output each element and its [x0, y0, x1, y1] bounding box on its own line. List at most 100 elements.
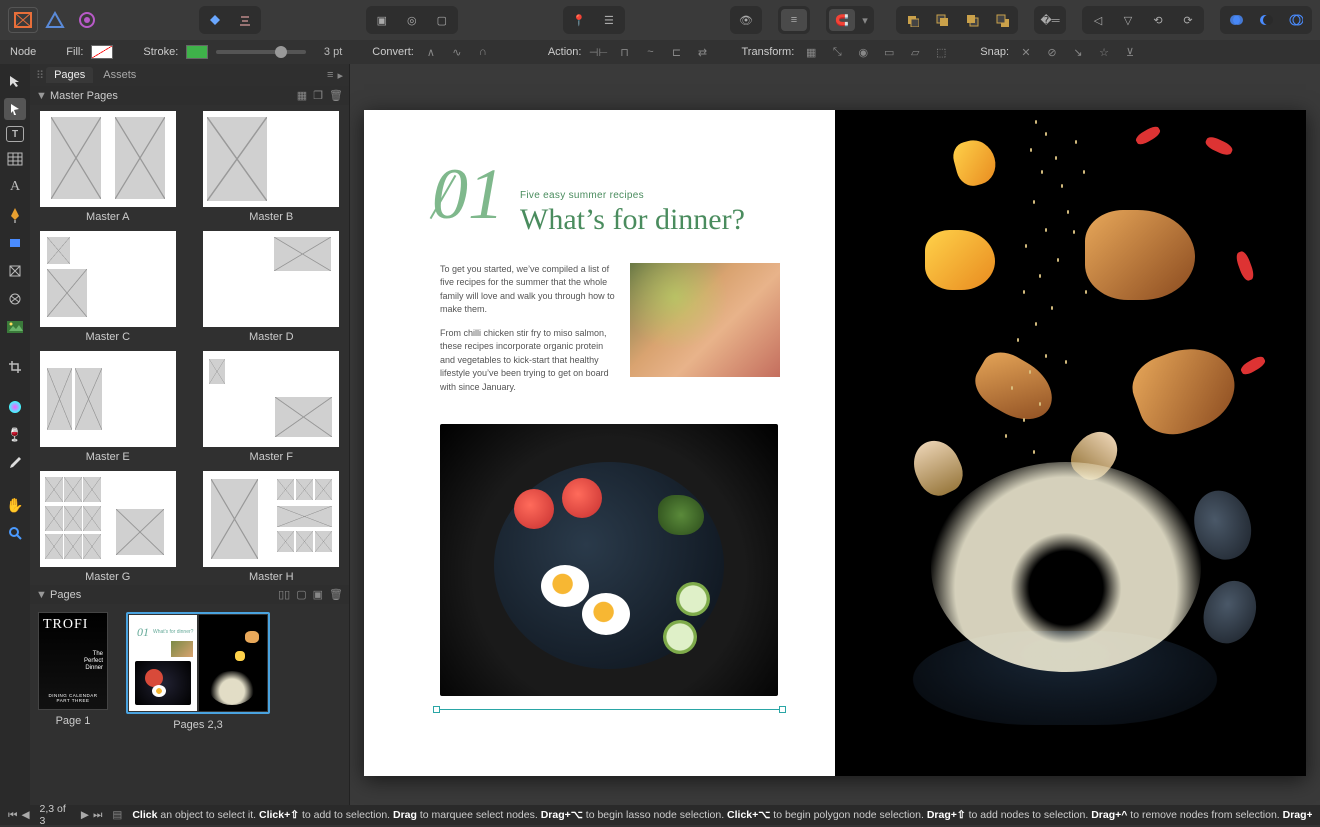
snap-all-icon[interactable]: ☆ — [1095, 44, 1113, 60]
master-item-c[interactable]: Master C — [36, 231, 180, 343]
preflight-icon[interactable] — [202, 9, 228, 31]
action-reverse-icon[interactable]: ⇄ — [693, 44, 711, 60]
page-thumb-1[interactable]: TROFI ThePerfectDinner DINING CALENDAR P… — [38, 612, 108, 731]
hint-menu-icon[interactable]: ▤ — [112, 809, 122, 821]
page-left[interactable]: 01 Five easy summer recipes What’s for d… — [364, 110, 835, 776]
image-noodles[interactable] — [875, 436, 1265, 756]
view-hand-tool-icon[interactable]: ✋ — [4, 494, 26, 516]
transform-size-icon[interactable]: ⤡ — [828, 44, 846, 60]
stroke-width-slider[interactable] — [216, 50, 306, 54]
spread-canvas[interactable]: 01 Five easy summer recipes What’s for d… — [364, 110, 1306, 776]
arrange-forward-icon[interactable] — [959, 9, 985, 31]
selection-handle-left[interactable] — [433, 706, 440, 713]
disclosure-icon[interactable]: ▼ — [36, 589, 46, 601]
preview-mode-icon[interactable]: 👁 — [733, 9, 759, 31]
master-item-b[interactable]: Master B — [200, 111, 344, 223]
flip-v-icon[interactable]: ▽ — [1115, 9, 1141, 31]
panel-menu-icon[interactable]: ≡ — [327, 69, 333, 82]
persona-photo[interactable] — [72, 7, 102, 33]
snap-node-icon[interactable]: ✕ — [1017, 44, 1035, 60]
fill-swatch[interactable] — [91, 45, 113, 59]
last-page-icon[interactable]: ⏭ — [93, 809, 102, 822]
pen-tool-icon[interactable] — [4, 204, 26, 226]
page-right[interactable]: /*seeds drawn statically below*/ — [835, 110, 1306, 776]
master-item-g[interactable]: Master G — [36, 471, 180, 583]
selection-indicator[interactable] — [436, 709, 783, 710]
master-item-a[interactable]: Master A — [36, 111, 180, 223]
convert-smart-icon[interactable]: ∩ — [474, 44, 492, 60]
pages-duplicate-icon[interactable]: ▣ — [313, 588, 323, 601]
zoom-tool-icon[interactable] — [4, 522, 26, 544]
panel-grip-icon[interactable]: ⠿ — [36, 69, 44, 82]
first-page-icon[interactable]: ⏮ — [8, 809, 17, 822]
next-page-icon[interactable]: ▶ — [81, 809, 89, 822]
snap-off-icon[interactable]: ⊻ — [1121, 44, 1139, 60]
action-smooth-icon[interactable]: ~ — [641, 44, 659, 60]
master-delete-icon[interactable]: 🗑 — [329, 89, 343, 102]
snapping-icon[interactable]: 🧲 — [829, 9, 855, 31]
persona-publisher[interactable] — [8, 7, 38, 33]
master-add-icon[interactable]: ▦ — [297, 89, 307, 102]
stroke-width-value[interactable]: 3 pt — [314, 46, 342, 58]
master-item-d[interactable]: Master D — [200, 231, 344, 343]
master-item-e[interactable]: Master E — [36, 351, 180, 463]
flip-h-icon[interactable]: ◁ — [1085, 9, 1111, 31]
clip-canvas-icon[interactable]: ≡ — [781, 9, 807, 31]
image-bowl[interactable] — [440, 424, 778, 696]
snapping-options-dropdown[interactable]: ▾ — [859, 9, 871, 31]
arrange-back-icon[interactable] — [899, 9, 925, 31]
toggle-spread-icon[interactable]: ▢ — [429, 9, 455, 31]
image-tuna[interactable] — [630, 263, 780, 377]
boolean-add-icon[interactable] — [1223, 9, 1249, 31]
transform-cycle-icon[interactable]: ⬚ — [932, 44, 950, 60]
baseline-icon[interactable] — [232, 9, 258, 31]
frame-text-tool-icon[interactable]: T — [6, 126, 24, 142]
assets-tab[interactable]: Assets — [95, 67, 144, 83]
node-tool-icon[interactable] — [4, 98, 26, 120]
persona-designer[interactable] — [40, 7, 70, 33]
boolean-intersect-icon[interactable] — [1283, 9, 1309, 31]
align-horizontal-icon[interactable]: �═ — [1037, 9, 1063, 31]
toggle-baseline-icon[interactable]: ☰ — [596, 9, 622, 31]
pages-facing-icon[interactable]: ▯▯ — [278, 588, 290, 601]
disclosure-icon[interactable]: ▼ — [36, 90, 46, 102]
master-item-h[interactable]: Master H — [200, 471, 344, 583]
pages-add-icon[interactable]: ▢ — [296, 588, 306, 601]
ellipse-shape-icon[interactable] — [4, 288, 26, 310]
page-thumb-2-3[interactable]: 01 What's for dinner? — [126, 612, 270, 731]
action-break-icon[interactable]: ⊣⊢ — [589, 44, 607, 60]
table-tool-icon[interactable] — [4, 148, 26, 170]
master-duplicate-icon[interactable]: ❐ — [313, 89, 323, 102]
pages-tab[interactable]: Pages — [46, 67, 93, 83]
stroke-swatch[interactable] — [186, 45, 208, 59]
masters-header[interactable]: ▼ Master Pages ▦ ❐ 🗑 — [30, 86, 349, 105]
artistic-text-tool-icon[interactable]: A — [4, 176, 26, 198]
transform-shear-icon[interactable]: ▱ — [906, 44, 924, 60]
transparency-tool-icon[interactable]: 🍷 — [4, 424, 26, 446]
transform-move-icon[interactable]: ▦ — [802, 44, 820, 60]
arrange-front-icon[interactable] — [989, 9, 1015, 31]
panel-close-icon[interactable]: ▸ — [337, 69, 343, 82]
picture-frame-tool-icon[interactable] — [4, 260, 26, 282]
crop-tool-icon[interactable] — [4, 356, 26, 378]
selection-handle-right[interactable] — [779, 706, 786, 713]
toggle-snap-icon[interactable]: 📍 — [566, 9, 592, 31]
transform-show-icon[interactable]: ◉ — [854, 44, 872, 60]
fill-tool-icon[interactable] — [4, 396, 26, 418]
convert-sharp-icon[interactable]: ∧ — [422, 44, 440, 60]
canvas[interactable]: 01 Five easy summer recipes What’s for d… — [350, 64, 1320, 805]
toggle-text-icon[interactable]: ◎ — [399, 9, 425, 31]
snap-handle-icon[interactable]: ↘ — [1069, 44, 1087, 60]
pages-delete-icon[interactable]: 🗑 — [329, 588, 343, 601]
color-picker-tool-icon[interactable] — [4, 452, 26, 474]
action-join-icon[interactable]: ⊏ — [667, 44, 685, 60]
arrange-backward-icon[interactable] — [929, 9, 955, 31]
move-tool-icon[interactable] — [4, 70, 26, 92]
toggle-text-flow-icon[interactable]: ▣ — [369, 9, 395, 31]
pages-header[interactable]: ▼ Pages ▯▯ ▢ ▣ 🗑 — [30, 585, 349, 604]
rotate-cw-icon[interactable]: ⟳ — [1175, 9, 1201, 31]
action-close-icon[interactable]: ⊓ — [615, 44, 633, 60]
rotate-ccw-icon[interactable]: ⟲ — [1145, 9, 1171, 31]
place-image-tool-icon[interactable] — [4, 316, 26, 338]
master-item-f[interactable]: Master F — [200, 351, 344, 463]
